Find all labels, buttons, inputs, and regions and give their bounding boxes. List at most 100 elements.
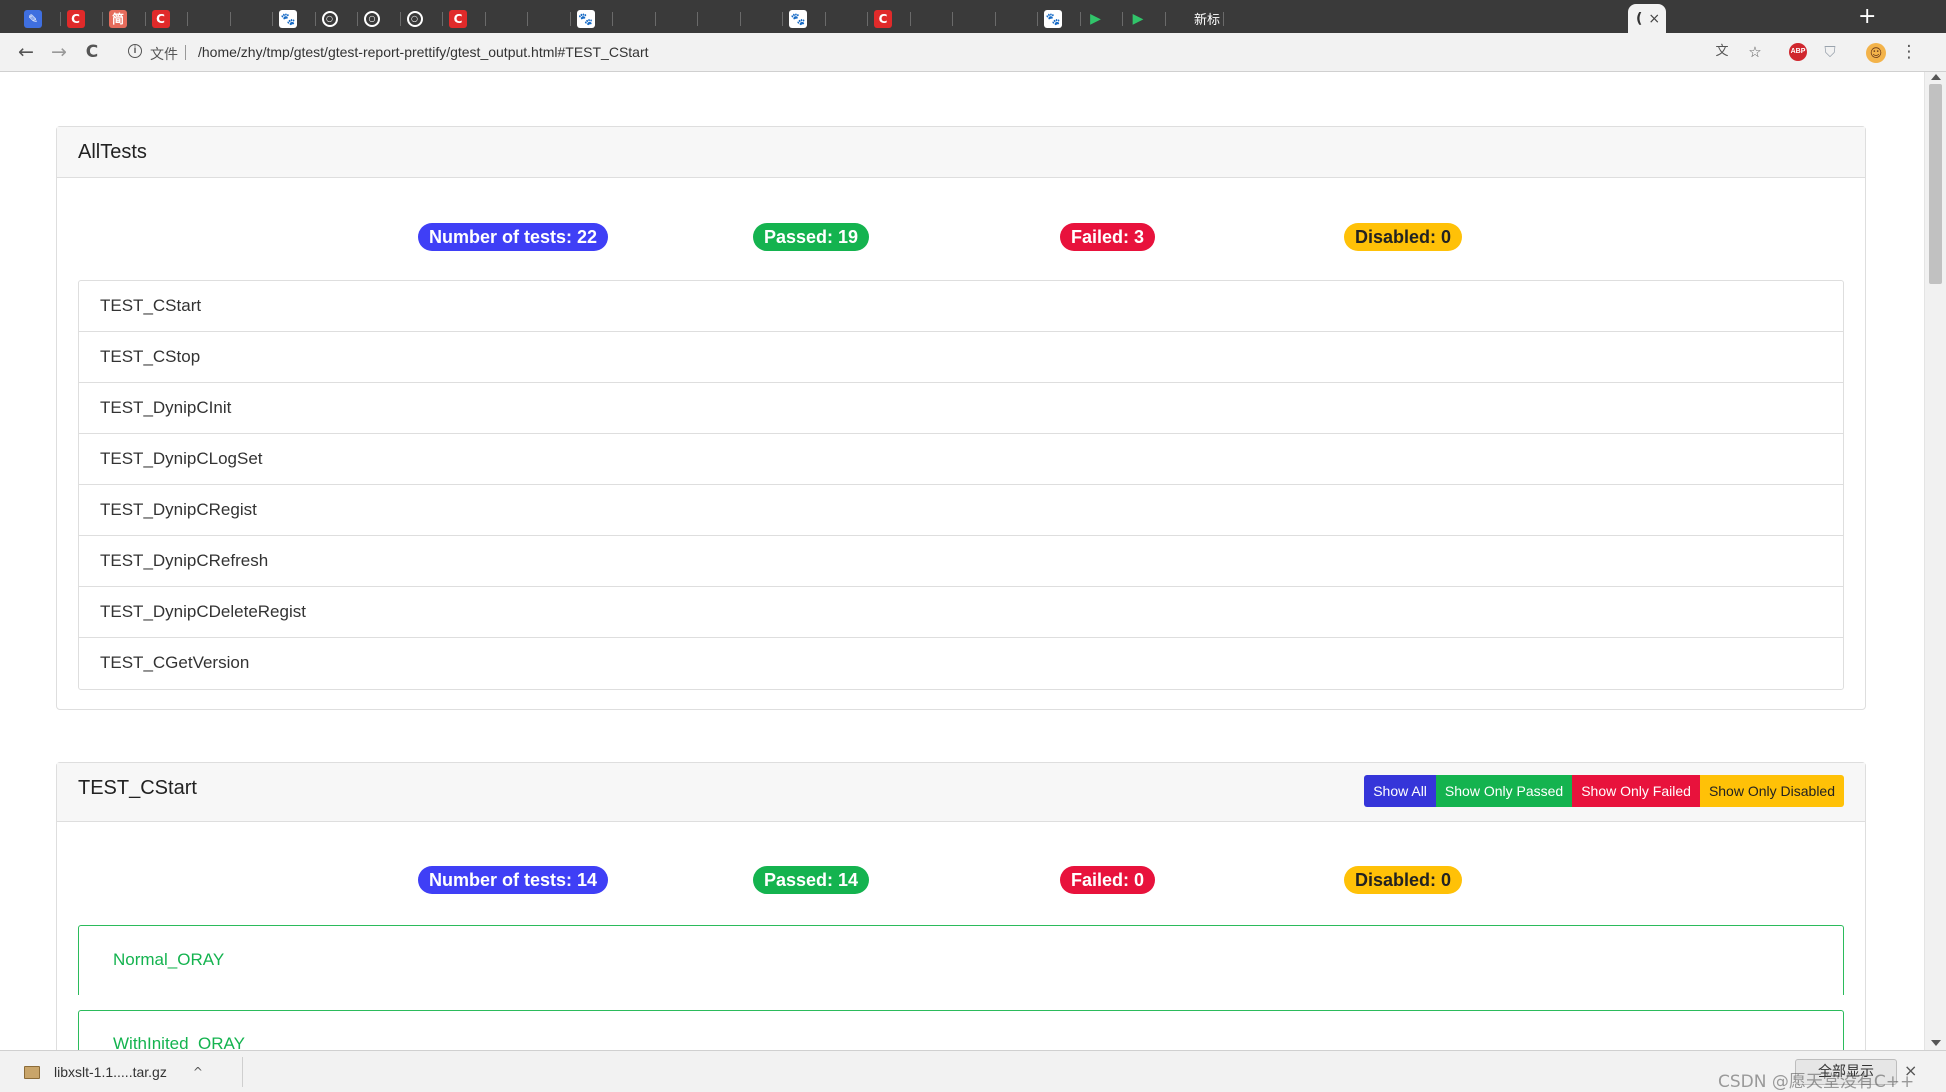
baidu-icon: 🐾 <box>279 9 297 28</box>
blank-icon <box>747 10 765 28</box>
test-case-name: Normal_ORAY <box>113 950 225 969</box>
summary-card-header: AllTests <box>57 127 1865 178</box>
url-text[interactable]: /home/zhy/tmp/gtest/gtest-report-prettif… <box>198 44 649 60</box>
browser-tab[interactable] <box>996 4 1038 33</box>
browser-tab[interactable]: 简 <box>103 4 146 33</box>
page-scrollbar[interactable] <box>1924 72 1946 1050</box>
browser-tab[interactable] <box>698 4 741 33</box>
show-only-failed-button[interactable]: Show Only Failed <box>1572 775 1700 807</box>
baidu-icon: 🐾 <box>576 9 595 28</box>
address-divider <box>185 45 186 60</box>
browser-tab[interactable]: 🐾 <box>571 4 613 33</box>
baidu-icon: 🐾 <box>1044 9 1062 28</box>
close-icon[interactable]: × <box>1904 1061 1917 1080</box>
play-icon: ▶ <box>1129 9 1147 28</box>
blank-icon <box>917 10 935 28</box>
browser-tab[interactable]: ✎ <box>18 4 61 33</box>
browser-tab[interactable]: ▶ <box>1123 4 1166 33</box>
tab-active[interactable]: ( × <box>1628 4 1666 33</box>
adblock-icon[interactable]: ABP <box>1789 43 1807 61</box>
baidu-icon: 🐾 <box>789 9 807 28</box>
blank-icon <box>534 10 552 28</box>
show-only-disabled-button[interactable]: Show Only Disabled <box>1699 775 1844 807</box>
suite-list-item[interactable]: TEST_DynipCRegist <box>79 485 1843 536</box>
watermark-text: CSDN @愿天堂没有C++ <box>1718 1072 1915 1092</box>
browser-tab[interactable]: C <box>146 4 188 33</box>
show-only-passed-button[interactable]: Show Only Passed <box>1435 775 1573 807</box>
summary-stats: Number of tests: 22 Passed: 19 Failed: 3… <box>57 178 1865 280</box>
close-icon[interactable]: × <box>1648 11 1660 27</box>
bookmark-star-icon[interactable]: ☆ <box>1746 43 1764 61</box>
browser-tab[interactable]: 🐾 <box>783 4 826 33</box>
download-item[interactable]: libxslt-1.1.....tar.gz ^ <box>18 1057 243 1087</box>
browser-tab[interactable]: ○ <box>358 4 401 33</box>
security-label: 文件 <box>150 47 178 63</box>
test-case-item[interactable]: Normal_ORAY <box>78 925 1844 995</box>
address-bar[interactable]: i 文件 /home/zhy/tmp/gtest/gtest-report-pr… <box>118 39 1738 66</box>
suite-card: TEST_CStart Show All Show Only Passed Sh… <box>56 762 1866 1050</box>
jianshu-icon: 简 <box>109 9 127 28</box>
doc-icon: ✎ <box>24 9 42 28</box>
passed-badge: Passed: 19 <box>753 223 870 251</box>
github-icon: ○ <box>364 10 380 27</box>
suite-list-item[interactable]: TEST_CGetVersion <box>79 638 1843 689</box>
info-icon[interactable]: i <box>128 44 142 58</box>
scroll-up-arrow-icon[interactable] <box>1931 74 1941 80</box>
browser-tab[interactable] <box>188 4 231 33</box>
tab-new-tab[interactable]: 新标 <box>1188 4 1224 33</box>
browser-tab[interactable]: ○ <box>316 4 358 33</box>
test-case-item[interactable]: WithInited_ORAY <box>78 1010 1844 1050</box>
shield-icon[interactable]: ⛉ <box>1821 43 1839 61</box>
filter-button-group: Show All Show Only Passed Show Only Fail… <box>1364 775 1844 807</box>
translate-icon[interactable]: 文 <box>1713 43 1731 61</box>
scroll-thumb[interactable] <box>1929 84 1942 284</box>
suite-list-item[interactable]: TEST_DynipCInit <box>79 383 1843 434</box>
browser-tab[interactable] <box>826 4 868 33</box>
blank-icon <box>662 10 680 28</box>
github-icon: ○ <box>406 10 423 27</box>
suite-list-item[interactable]: TEST_DynipCDeleteRegist <box>79 587 1843 638</box>
browser-tab[interactable] <box>613 4 656 33</box>
suite-list-item[interactable]: TEST_CStop <box>79 332 1843 383</box>
browser-tab[interactable]: 🐾 <box>273 4 316 33</box>
browser-tab[interactable] <box>656 4 698 33</box>
blank-icon <box>704 10 722 28</box>
browser-tab[interactable] <box>911 4 953 33</box>
back-arrow-icon[interactable]: ← <box>15 41 37 63</box>
browser-tab[interactable] <box>486 4 528 33</box>
suite-list-item[interactable]: TEST_CStart <box>79 281 1843 332</box>
browser-tab[interactable]: ▶ <box>1081 4 1123 33</box>
browser-tab[interactable] <box>741 4 783 33</box>
profile-avatar-icon[interactable]: ☺ <box>1866 43 1886 63</box>
browser-tab[interactable]: C <box>61 4 103 33</box>
browser-tab[interactable]: ○ <box>401 4 443 33</box>
reload-icon[interactable]: C <box>81 41 103 63</box>
browser-tab[interactable]: 🐾 <box>1038 4 1081 33</box>
browser-tab[interactable]: C <box>443 4 486 33</box>
suite-title: TEST_CStart <box>78 777 197 799</box>
tab-label: 新标 <box>1194 13 1221 28</box>
browser-tab[interactable] <box>528 4 571 33</box>
show-all-button[interactable]: Show All <box>1364 775 1436 807</box>
csdn-icon: C <box>874 9 892 28</box>
page-content: AllTests Number of tests: 22 Passed: 19 … <box>0 73 1924 1050</box>
scroll-down-arrow-icon[interactable] <box>1931 1040 1941 1046</box>
browser-tab[interactable] <box>231 4 273 33</box>
summary-card: AllTests Number of tests: 22 Passed: 19 … <box>56 126 1866 710</box>
menu-kebab-icon[interactable]: ⋮ <box>1900 43 1918 61</box>
browser-tab[interactable] <box>953 4 996 33</box>
blank-icon <box>959 10 977 28</box>
suite-list-item[interactable]: TEST_DynipCRefresh <box>79 536 1843 587</box>
download-file-name: libxslt-1.1.....tar.gz <box>54 1064 167 1080</box>
csdn-icon: C <box>449 9 467 28</box>
play-icon: ▶ <box>1086 9 1105 28</box>
suite-list-item[interactable]: TEST_DynipCLogSet <box>79 434 1843 485</box>
suite-disabled-badge: Disabled: 0 <box>1344 866 1463 894</box>
archive-file-icon <box>24 1065 40 1079</box>
new-tab-button[interactable]: + <box>1858 4 1876 29</box>
chevron-up-icon[interactable]: ^ <box>193 1065 203 1079</box>
download-bar: libxslt-1.1.....tar.gz ^ 全部显示 CSDN @愿天堂没… <box>0 1050 1946 1092</box>
browser-tab[interactable]: C <box>868 4 911 33</box>
forward-arrow-icon[interactable]: → <box>48 41 70 63</box>
csdn-icon: C <box>151 9 170 28</box>
